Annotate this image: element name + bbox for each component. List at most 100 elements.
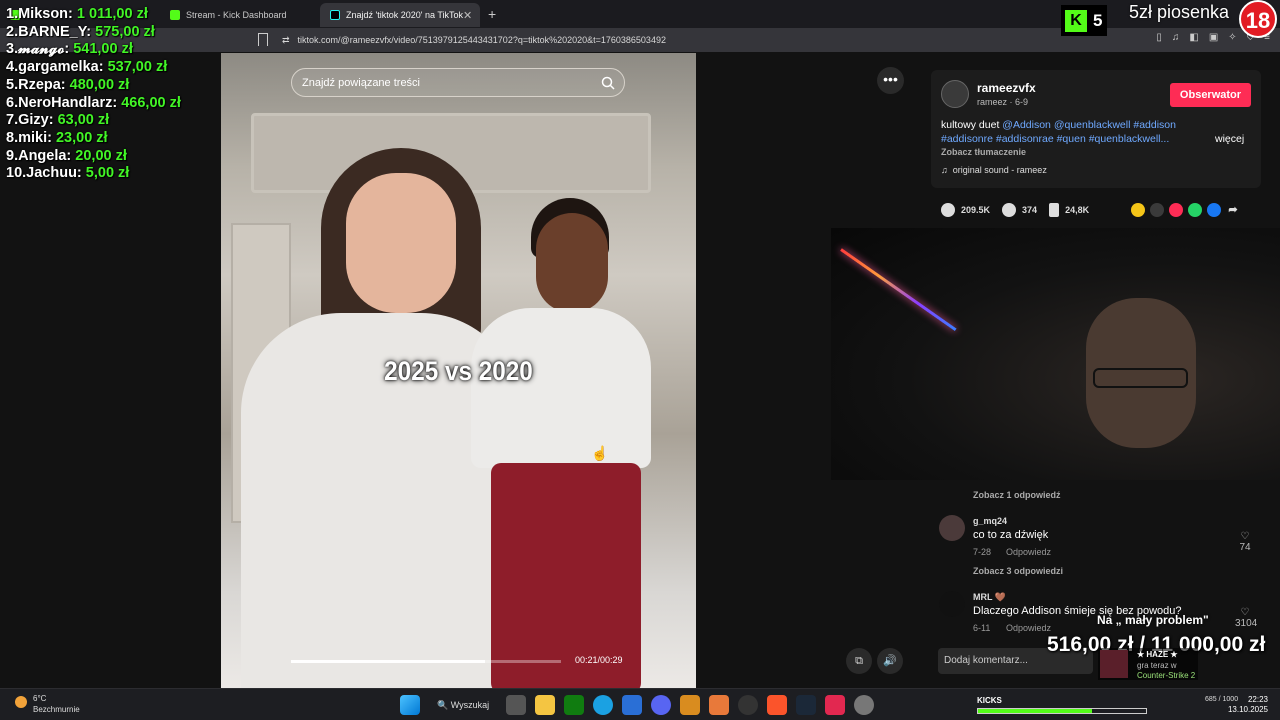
- leaderboard-row: 1.Mikson: 1 011,00 zł: [6, 6, 181, 24]
- follow-button[interactable]: Obserwator: [1170, 83, 1251, 107]
- system-clock[interactable]: 22:23 13.10.2025: [1228, 695, 1268, 715]
- app-red-icon[interactable]: [825, 695, 846, 715]
- store-icon[interactable]: [622, 695, 643, 715]
- new-tab-button[interactable]: +: [488, 6, 496, 22]
- leaderboard-rank: 1.: [6, 6, 19, 22]
- leaderboard-rank: 2.: [6, 23, 19, 40]
- tab-label: Stream - Kick Dashboard: [186, 10, 287, 20]
- comment-like-count: 3104: [1235, 618, 1258, 629]
- leaderboard-amount: 63,00 zł: [57, 112, 110, 129]
- more-link[interactable]: więcej: [1215, 133, 1244, 145]
- avatar[interactable]: [939, 515, 965, 541]
- description-tags[interactable]: @Addison @quenblackwell #addison: [1002, 119, 1176, 131]
- leaderboard-name: Mikson:: [18, 6, 73, 22]
- steam-icon[interactable]: [796, 695, 817, 715]
- user-subline: rameez · 6-9: [977, 97, 1029, 107]
- engagement-bar: 209.5K 374 24,8K ➦: [941, 203, 1261, 217]
- start-icon[interactable]: [400, 695, 420, 715]
- xbox-icon[interactable]: [564, 695, 585, 715]
- clock-time: 22:23: [1247, 695, 1268, 704]
- app-icon[interactable]: [680, 695, 701, 715]
- leaderboard-amount: 537,00 zł: [107, 59, 168, 76]
- comment-button[interactable]: 374: [1002, 203, 1037, 217]
- comments-list: Zobacz 1 odpowiedź g_mq24 co to za dźwię…: [931, 485, 1261, 635]
- sound-link[interactable]: ♫ original sound - rameez: [941, 165, 1047, 175]
- facebook-icon[interactable]: [1207, 203, 1221, 217]
- search-icon[interactable]: [600, 75, 616, 91]
- view-replies-link[interactable]: Zobacz 3 odpowiedzi: [973, 566, 1063, 576]
- related-search-input[interactable]: Znajdź powiązane treści: [291, 68, 625, 97]
- comment-username[interactable]: MRL 🤎: [973, 592, 1006, 603]
- arc-icon[interactable]: [709, 695, 730, 715]
- reply-link[interactable]: Odpowiedz: [1006, 623, 1051, 633]
- tiktok-icon: [330, 10, 340, 20]
- description-tags-line-2[interactable]: #addisonre #addisonrae #quen #quenblackw…: [941, 133, 1169, 145]
- comment-like-button[interactable]: ♡ 3104: [1235, 607, 1258, 629]
- rgb-light: [840, 248, 957, 332]
- coin-icon[interactable]: [1131, 203, 1145, 217]
- like-button[interactable]: 209.5K: [941, 203, 990, 217]
- leaderboard-amount: 23,00 zł: [55, 129, 108, 146]
- bookmark-icon[interactable]: [258, 33, 268, 46]
- post-info-panel: rameezvfx rameez · 6-9 Obserwator kultow…: [931, 70, 1261, 188]
- sidebar-icon[interactable]: ▯: [1156, 32, 1162, 43]
- weather-widget[interactable]: 6°C Bezchmurnie: [15, 693, 80, 715]
- discord-icon[interactable]: [651, 695, 672, 715]
- song-price-label: 5zł piosenka: [1129, 2, 1230, 22]
- leaderboard-rank: 10.: [6, 165, 27, 182]
- person-right-body: [471, 308, 651, 468]
- share-arrow-icon[interactable]: ➦: [1226, 203, 1240, 217]
- music-note-icon: ♫: [941, 165, 948, 175]
- volume-button[interactable]: 🔊: [877, 648, 903, 674]
- tab-tiktok[interactable]: Znajdź 'tiktok 2020' na TikTok ✕: [320, 3, 480, 27]
- settings-icon[interactable]: [854, 695, 875, 715]
- leaderboard-name: Jachuu:: [26, 165, 82, 182]
- url-field[interactable]: ⇄ tiktok.com/@rameezvfx/video/7513979125…: [282, 31, 882, 49]
- leaderboard-name: miki:: [18, 129, 52, 146]
- more-options-button[interactable]: •••: [877, 67, 904, 94]
- close-icon[interactable]: ✕: [463, 9, 472, 22]
- whatsapp-icon[interactable]: [1188, 203, 1202, 217]
- comment-like-button[interactable]: ♡ 74: [1235, 531, 1255, 553]
- game-name: Counter-Strike 2: [1137, 671, 1196, 680]
- translate-link[interactable]: Zobacz tłumaczenie: [941, 147, 1026, 157]
- obs-icon[interactable]: [738, 695, 759, 715]
- tab-kick-dashboard[interactable]: Stream - Kick Dashboard: [160, 3, 320, 27]
- leaderboard-name: BARNE_Y:: [18, 23, 92, 40]
- avatar[interactable]: [939, 591, 965, 617]
- send-icon[interactable]: [1169, 203, 1183, 217]
- leaderboard-rank: 6.: [6, 94, 19, 111]
- kicks-label: KICKS: [977, 696, 1002, 705]
- leaderboard-amount: 541,00 zł: [73, 41, 133, 58]
- save-button[interactable]: 24,8K: [1049, 203, 1089, 217]
- leaderboard-row: 4.gargamelka: 537,00 zł: [6, 59, 181, 77]
- brave-icon[interactable]: [767, 695, 788, 715]
- site-settings-icon[interactable]: ⇄: [282, 35, 290, 46]
- leaderboard-name: Gizy:: [18, 112, 54, 129]
- task-view-icon[interactable]: [506, 695, 527, 715]
- viewer-count: 5: [1093, 10, 1103, 30]
- view-replies-link[interactable]: Zobacz 1 odpowiedź: [973, 490, 1061, 500]
- miniplayer-button[interactable]: ⧉: [846, 648, 872, 674]
- game-art: [1100, 650, 1128, 678]
- reply-link[interactable]: Odpowiedz: [1006, 547, 1051, 557]
- video-progress-bar[interactable]: [291, 660, 561, 663]
- taskbar-search[interactable]: 🔍 Wyszukaj: [429, 695, 497, 715]
- video-player[interactable]: 2025 vs 2020: [221, 53, 696, 688]
- split-icon[interactable]: ◧: [1189, 32, 1198, 43]
- leaderboard-amount: 5,00 zł: [85, 165, 130, 182]
- leaderboard-rank: 4.: [6, 59, 19, 76]
- leaderboard-row: 10.Jachuu: 5,00 zł: [6, 165, 181, 183]
- comment-username[interactable]: g_mq24: [973, 516, 1007, 526]
- leaderboard-row: 6.NeroHandlarz: 466,00 zł: [6, 95, 181, 113]
- embed-icon[interactable]: [1150, 203, 1164, 217]
- music-icon[interactable]: ♫: [1172, 32, 1180, 43]
- username[interactable]: rameezvfx: [977, 81, 1036, 95]
- leaderboard-name: Rzepa:: [18, 76, 66, 93]
- wallet-icon[interactable]: ▣: [1209, 32, 1218, 43]
- file-explorer-icon[interactable]: [535, 695, 556, 715]
- windows-taskbar: 6°C Bezchmurnie 🔍 Wyszukaj KICKS 685 / 1…: [0, 688, 1280, 720]
- edge-icon[interactable]: [593, 695, 614, 715]
- avatar[interactable]: [941, 80, 969, 108]
- ai-icon[interactable]: ✧: [1228, 32, 1236, 43]
